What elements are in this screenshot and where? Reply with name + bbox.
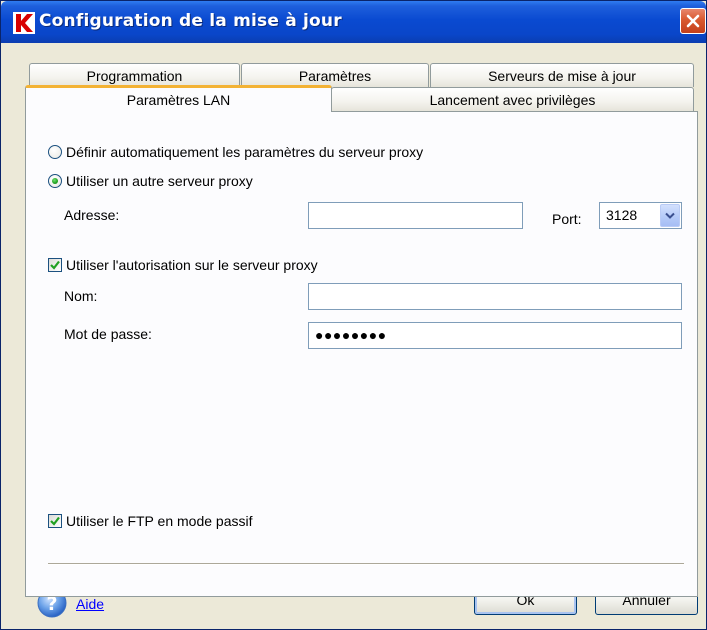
name-label: Nom:: [64, 288, 98, 304]
auto-proxy-label: Définir automatiquement les paramètres d…: [66, 144, 424, 160]
address-input[interactable]: [308, 202, 523, 229]
tab-parametres[interactable]: Paramètres: [241, 63, 429, 87]
separator-line: [48, 563, 684, 565]
update-config-dialog: Configuration de la mise à jour Programm…: [0, 0, 707, 630]
password-label: Mot de passe:: [64, 326, 152, 342]
password-input[interactable]: ●●●●●●●●: [308, 322, 682, 349]
ftp-passive-checkbox[interactable]: [48, 514, 62, 528]
port-combobox[interactable]: 3128: [599, 202, 682, 229]
auth-checkbox-label: Utiliser l'autorisation sur le serveur p…: [66, 257, 318, 273]
tab-programmation[interactable]: Programmation: [29, 63, 240, 87]
address-label: Adresse:: [64, 207, 120, 223]
tab-serveurs-mise-a-jour[interactable]: Serveurs de mise à jour: [430, 63, 694, 87]
dialog-content: Programmation Paramètres Serveurs de mis…: [5, 43, 704, 627]
tab-panel-lan: Définir automatiquement les paramètres d…: [25, 111, 698, 597]
tab-label: Lancement avec privilèges: [429, 91, 596, 108]
window-title: Configuration de la mise à jour: [39, 11, 342, 31]
manual-proxy-label: Utiliser un autre serveur proxy: [66, 173, 253, 189]
tab-label: Serveurs de mise à jour: [488, 67, 636, 84]
title-bar[interactable]: Configuration de la mise à jour: [1, 1, 706, 43]
ftp-passive-label: Utiliser le FTP en mode passif: [66, 513, 253, 529]
tab-parametres-lan[interactable]: Paramètres LAN: [25, 85, 332, 112]
port-dropdown-button[interactable]: [660, 204, 680, 227]
checkmark-icon: [50, 260, 60, 270]
name-input[interactable]: [308, 283, 682, 310]
port-value: 3128: [606, 207, 638, 223]
help-link[interactable]: Aide: [76, 596, 104, 612]
tab-label: Programmation: [86, 67, 183, 84]
tab-label: Paramètres LAN: [126, 92, 231, 108]
tab-lancement-privileges[interactable]: Lancement avec privilèges: [331, 87, 694, 111]
port-label: Port:: [552, 211, 582, 227]
auth-checkbox[interactable]: [48, 258, 62, 272]
close-button[interactable]: [680, 8, 706, 34]
close-icon: [686, 14, 700, 28]
chevron-down-icon: [665, 212, 675, 219]
kaspersky-k-icon: [13, 12, 35, 34]
manual-proxy-radio[interactable]: [48, 174, 62, 188]
tab-label: Paramètres: [298, 67, 372, 84]
radio-selected-dot: [52, 178, 58, 184]
checkmark-icon: [50, 516, 60, 526]
auto-proxy-radio[interactable]: [48, 145, 62, 159]
